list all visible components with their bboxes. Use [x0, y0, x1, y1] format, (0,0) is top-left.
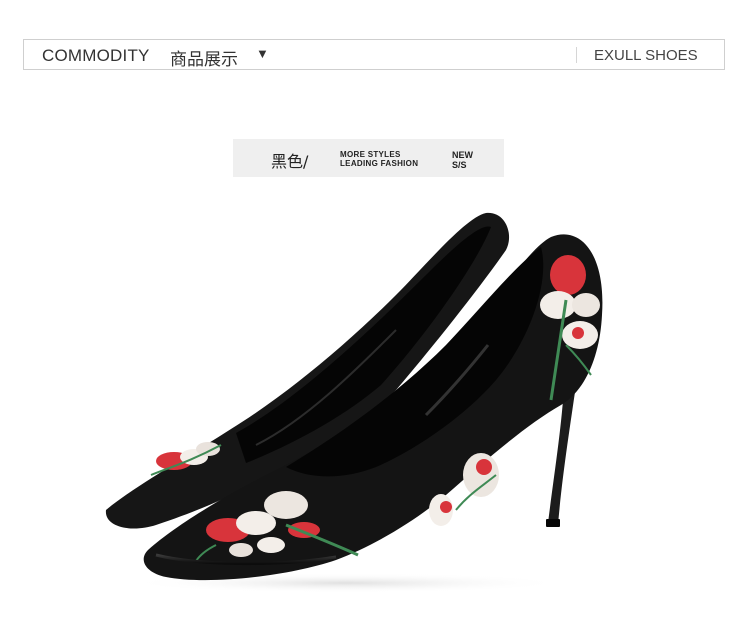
color-name: 黑色/ [271, 152, 309, 171]
embroidered-pumps-icon [105, 212, 603, 593]
heel-tip [546, 519, 560, 527]
brand-name: EXULL SHOES [594, 47, 698, 64]
tagline: MORE STYLES LEADING FASHION [340, 150, 418, 168]
tagline-line2: LEADING FASHION [340, 159, 419, 168]
section-title-en: COMMODITY [42, 46, 150, 65]
season-line1: NEW [452, 150, 473, 160]
commodity-header: COMMODITY 商品展示 ▼ EXULL SHOES [23, 39, 725, 70]
season-label: NEW S/S [452, 150, 473, 170]
caret-down-icon[interactable]: ▼ [256, 46, 269, 61]
section-title-cn: 商品展示 [170, 50, 238, 70]
product-image [96, 205, 616, 595]
header-divider [576, 47, 577, 63]
season-line2: S/S [452, 160, 467, 170]
color-label-banner: 黑色/ MORE STYLES LEADING FASHION NEW S/S [233, 139, 504, 177]
tagline-line1: MORE STYLES [340, 150, 401, 159]
